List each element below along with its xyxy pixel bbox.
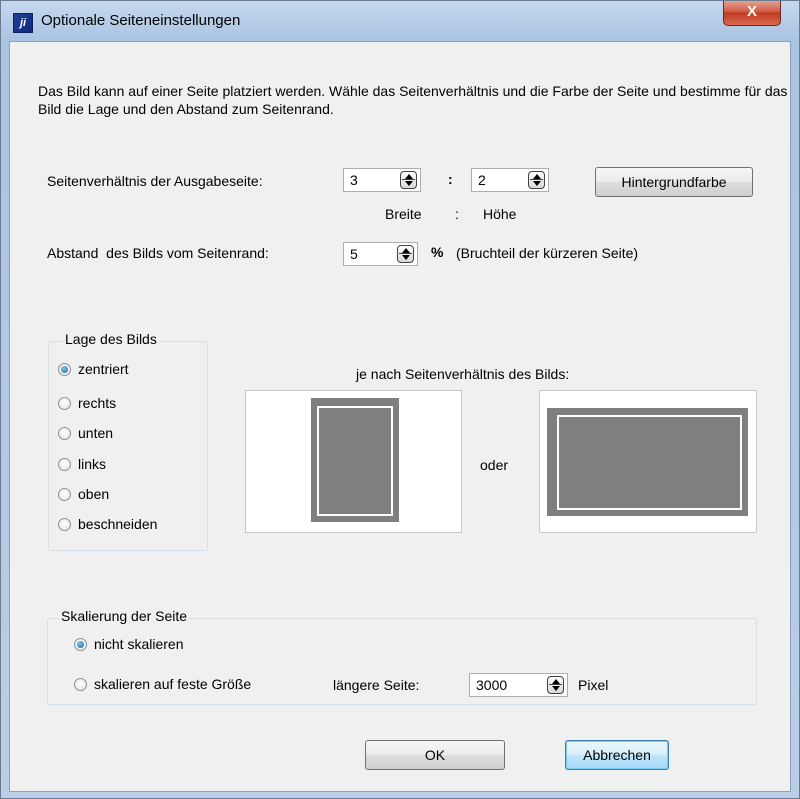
radio-nicht-skalieren-dot[interactable]	[74, 638, 87, 651]
margin-value[interactable]: 5	[350, 246, 358, 262]
radio-unten-dot[interactable]	[58, 427, 71, 440]
radio-rechts-dot[interactable]	[58, 397, 71, 410]
radio-links-dot[interactable]	[58, 458, 71, 471]
margin-unit: %	[431, 244, 444, 260]
aspect-height-spin-icon[interactable]	[528, 171, 545, 189]
width-caption: Breite	[385, 206, 422, 222]
radio-nicht-skalieren-label[interactable]: nicht skalieren	[94, 636, 184, 652]
preview-landscape-page	[539, 390, 757, 533]
window-title: Optionale Seiteneinstellungen	[41, 12, 241, 29]
aspect-height-stepper[interactable]: 2	[471, 168, 549, 192]
aspect-width-stepper[interactable]: 3	[343, 168, 421, 192]
radio-oben-label[interactable]: oben	[78, 486, 109, 502]
radio-rechts-label[interactable]: rechts	[78, 395, 116, 411]
title-bar[interactable]: ji Optionale Seiteneinstellungen X	[1, 1, 799, 41]
radio-zentriert-label[interactable]: zentriert	[78, 361, 129, 377]
position-legend: Lage des Bilds	[63, 331, 159, 347]
longer-side-spin-icon[interactable]	[547, 676, 564, 694]
background-color-button[interactable]: Hintergrundfarbe	[595, 167, 753, 197]
preview-landscape-image	[547, 408, 748, 516]
aspect-width-spin-icon[interactable]	[400, 171, 417, 189]
cancel-button[interactable]: Abbrechen	[565, 740, 669, 770]
margin-spin-icon[interactable]	[397, 245, 414, 263]
aspect-width-value[interactable]: 3	[350, 172, 358, 188]
preview-portrait-image	[311, 398, 399, 522]
app-icon: ji	[13, 13, 33, 33]
radio-beschneiden-label[interactable]: beschneiden	[78, 516, 157, 532]
ok-button[interactable]: OK	[365, 740, 505, 770]
radio-zentriert-dot[interactable]	[58, 363, 71, 376]
radio-skalieren-feste-groesse-label[interactable]: skalieren auf feste Größe	[94, 676, 251, 692]
close-button[interactable]: X	[723, 1, 781, 26]
aspect-separator: :	[448, 171, 453, 187]
margin-label: Abstand des Bilds vom Seitenrand:	[47, 245, 269, 261]
height-caption: Höhe	[483, 206, 517, 222]
radio-beschneiden-dot[interactable]	[58, 518, 71, 531]
aspect-ratio-label: Seitenverhältnis der Ausgabeseite:	[47, 173, 263, 189]
preview-or-label: oder	[480, 457, 509, 473]
longer-side-stepper[interactable]: 3000	[469, 673, 568, 697]
radio-unten-label[interactable]: unten	[78, 425, 113, 441]
preview-caption: je nach Seitenverhältnis des Bilds:	[356, 366, 570, 382]
margin-note: (Bruchteil der kürzeren Seite)	[456, 245, 639, 261]
pixel-unit-label: Pixel	[578, 677, 609, 693]
longer-side-value[interactable]: 3000	[476, 677, 507, 693]
radio-oben-dot[interactable]	[58, 488, 71, 501]
radio-links-label[interactable]: links	[78, 456, 106, 472]
scaling-legend: Skalierung der Seite	[59, 608, 190, 624]
margin-stepper[interactable]: 5	[343, 242, 418, 266]
caption-separator: :	[455, 206, 459, 222]
longer-side-label: längere Seite:	[333, 677, 420, 693]
intro-text: Das Bild kann auf einer Seite platziert …	[38, 83, 788, 117]
radio-skalieren-feste-groesse-dot[interactable]	[74, 678, 87, 691]
aspect-height-value[interactable]: 2	[478, 172, 486, 188]
preview-portrait-page	[245, 390, 462, 533]
